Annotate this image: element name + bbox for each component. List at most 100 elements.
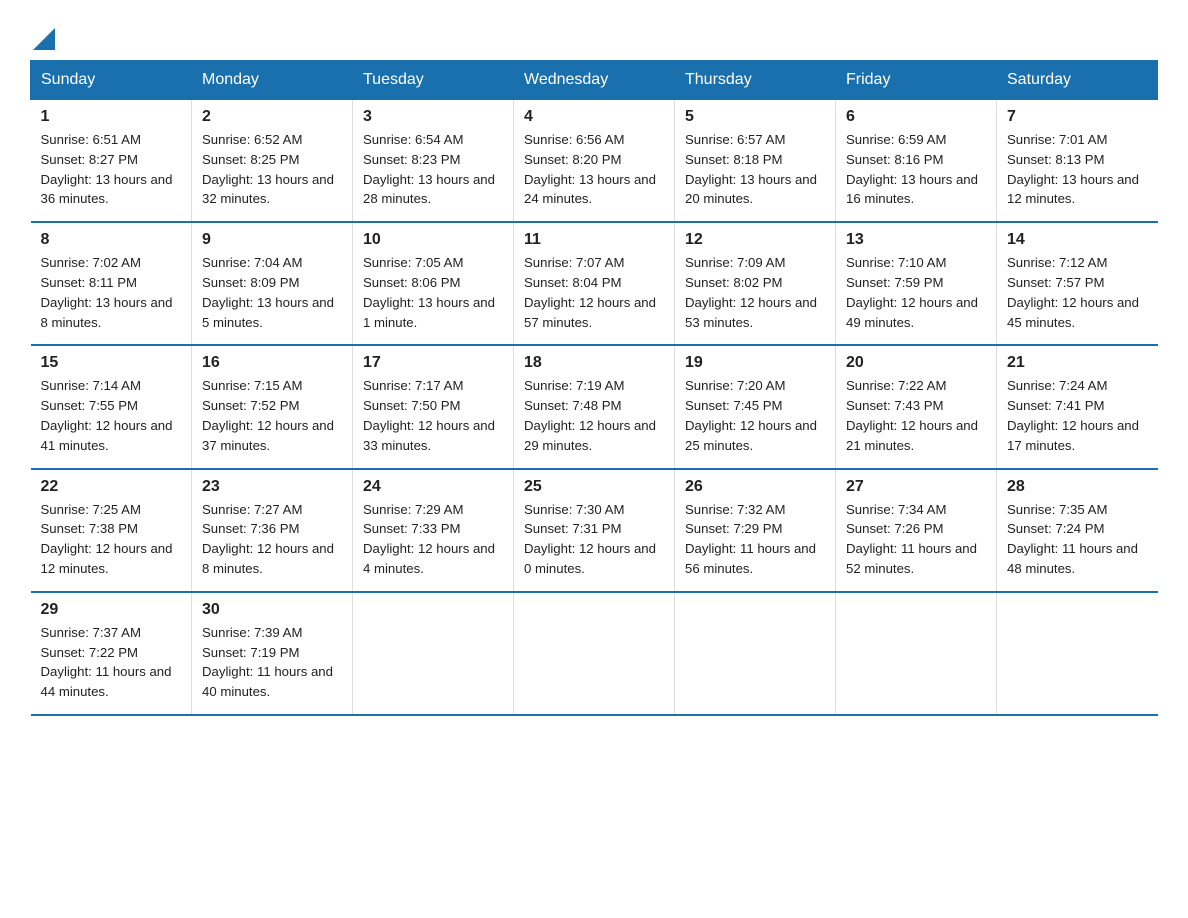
header — [30, 20, 1158, 50]
calendar-cell: 12 Sunrise: 7:09 AM Sunset: 8:02 PM Dayl… — [675, 222, 836, 345]
calendar-cell: 15 Sunrise: 7:14 AM Sunset: 7:55 PM Dayl… — [31, 345, 192, 468]
calendar-week-row: 1 Sunrise: 6:51 AM Sunset: 8:27 PM Dayli… — [31, 100, 1158, 223]
day-info: Sunrise: 7:02 AM Sunset: 8:11 PM Dayligh… — [41, 253, 182, 332]
day-number: 10 — [363, 231, 503, 249]
day-info: Sunrise: 6:52 AM Sunset: 8:25 PM Dayligh… — [202, 130, 342, 209]
calendar-cell: 27 Sunrise: 7:34 AM Sunset: 7:26 PM Dayl… — [836, 469, 997, 592]
day-number: 11 — [524, 231, 664, 249]
day-number: 9 — [202, 231, 342, 249]
day-info: Sunrise: 7:09 AM Sunset: 8:02 PM Dayligh… — [685, 253, 825, 332]
day-info: Sunrise: 7:01 AM Sunset: 8:13 PM Dayligh… — [1007, 130, 1148, 209]
day-number: 20 — [846, 354, 986, 372]
calendar-cell: 22 Sunrise: 7:25 AM Sunset: 7:38 PM Dayl… — [31, 469, 192, 592]
calendar-cell: 20 Sunrise: 7:22 AM Sunset: 7:43 PM Dayl… — [836, 345, 997, 468]
day-number: 3 — [363, 108, 503, 126]
day-info: Sunrise: 7:17 AM Sunset: 7:50 PM Dayligh… — [363, 376, 503, 455]
calendar-cell: 19 Sunrise: 7:20 AM Sunset: 7:45 PM Dayl… — [675, 345, 836, 468]
day-number: 13 — [846, 231, 986, 249]
calendar-cell: 7 Sunrise: 7:01 AM Sunset: 8:13 PM Dayli… — [997, 100, 1158, 223]
day-info: Sunrise: 7:05 AM Sunset: 8:06 PM Dayligh… — [363, 253, 503, 332]
day-info: Sunrise: 7:14 AM Sunset: 7:55 PM Dayligh… — [41, 376, 182, 455]
calendar-cell: 5 Sunrise: 6:57 AM Sunset: 8:18 PM Dayli… — [675, 100, 836, 223]
calendar-cell: 4 Sunrise: 6:56 AM Sunset: 8:20 PM Dayli… — [514, 100, 675, 223]
day-info: Sunrise: 6:56 AM Sunset: 8:20 PM Dayligh… — [524, 130, 664, 209]
day-number: 19 — [685, 354, 825, 372]
day-info: Sunrise: 7:29 AM Sunset: 7:33 PM Dayligh… — [363, 500, 503, 579]
day-info: Sunrise: 7:27 AM Sunset: 7:36 PM Dayligh… — [202, 500, 342, 579]
day-number: 26 — [685, 478, 825, 496]
day-info: Sunrise: 7:12 AM Sunset: 7:57 PM Dayligh… — [1007, 253, 1148, 332]
weekday-header-monday: Monday — [192, 61, 353, 100]
day-number: 28 — [1007, 478, 1148, 496]
day-info: Sunrise: 7:30 AM Sunset: 7:31 PM Dayligh… — [524, 500, 664, 579]
calendar-cell: 21 Sunrise: 7:24 AM Sunset: 7:41 PM Dayl… — [997, 345, 1158, 468]
calendar-cell: 23 Sunrise: 7:27 AM Sunset: 7:36 PM Dayl… — [192, 469, 353, 592]
day-info: Sunrise: 7:19 AM Sunset: 7:48 PM Dayligh… — [524, 376, 664, 455]
calendar-cell: 10 Sunrise: 7:05 AM Sunset: 8:06 PM Dayl… — [353, 222, 514, 345]
calendar-cell — [836, 592, 997, 715]
day-number: 18 — [524, 354, 664, 372]
calendar-cell — [514, 592, 675, 715]
calendar-cell: 17 Sunrise: 7:17 AM Sunset: 7:50 PM Dayl… — [353, 345, 514, 468]
weekday-header-friday: Friday — [836, 61, 997, 100]
day-info: Sunrise: 7:20 AM Sunset: 7:45 PM Dayligh… — [685, 376, 825, 455]
calendar-cell: 13 Sunrise: 7:10 AM Sunset: 7:59 PM Dayl… — [836, 222, 997, 345]
day-number: 24 — [363, 478, 503, 496]
day-info: Sunrise: 6:57 AM Sunset: 8:18 PM Dayligh… — [685, 130, 825, 209]
calendar-week-row: 8 Sunrise: 7:02 AM Sunset: 8:11 PM Dayli… — [31, 222, 1158, 345]
day-info: Sunrise: 6:51 AM Sunset: 8:27 PM Dayligh… — [41, 130, 182, 209]
day-number: 23 — [202, 478, 342, 496]
day-number: 1 — [41, 108, 182, 126]
day-number: 16 — [202, 354, 342, 372]
calendar-cell: 3 Sunrise: 6:54 AM Sunset: 8:23 PM Dayli… — [353, 100, 514, 223]
day-info: Sunrise: 7:34 AM Sunset: 7:26 PM Dayligh… — [846, 500, 986, 579]
day-number: 17 — [363, 354, 503, 372]
calendar-cell — [353, 592, 514, 715]
calendar-cell: 1 Sunrise: 6:51 AM Sunset: 8:27 PM Dayli… — [31, 100, 192, 223]
day-number: 30 — [202, 601, 342, 619]
calendar-cell: 2 Sunrise: 6:52 AM Sunset: 8:25 PM Dayli… — [192, 100, 353, 223]
calendar-cell — [997, 592, 1158, 715]
day-number: 2 — [202, 108, 342, 126]
day-number: 22 — [41, 478, 182, 496]
calendar-cell: 9 Sunrise: 7:04 AM Sunset: 8:09 PM Dayli… — [192, 222, 353, 345]
calendar-cell: 16 Sunrise: 7:15 AM Sunset: 7:52 PM Dayl… — [192, 345, 353, 468]
logo — [30, 30, 55, 50]
calendar-week-row: 22 Sunrise: 7:25 AM Sunset: 7:38 PM Dayl… — [31, 469, 1158, 592]
calendar-week-row: 15 Sunrise: 7:14 AM Sunset: 7:55 PM Dayl… — [31, 345, 1158, 468]
day-info: Sunrise: 7:24 AM Sunset: 7:41 PM Dayligh… — [1007, 376, 1148, 455]
calendar-cell: 25 Sunrise: 7:30 AM Sunset: 7:31 PM Dayl… — [514, 469, 675, 592]
day-number: 6 — [846, 108, 986, 126]
day-number: 5 — [685, 108, 825, 126]
weekday-header-sunday: Sunday — [31, 61, 192, 100]
day-info: Sunrise: 7:25 AM Sunset: 7:38 PM Dayligh… — [41, 500, 182, 579]
calendar-cell: 14 Sunrise: 7:12 AM Sunset: 7:57 PM Dayl… — [997, 222, 1158, 345]
day-number: 27 — [846, 478, 986, 496]
day-number: 8 — [41, 231, 182, 249]
calendar-cell: 29 Sunrise: 7:37 AM Sunset: 7:22 PM Dayl… — [31, 592, 192, 715]
day-info: Sunrise: 7:39 AM Sunset: 7:19 PM Dayligh… — [202, 623, 342, 702]
calendar-cell: 24 Sunrise: 7:29 AM Sunset: 7:33 PM Dayl… — [353, 469, 514, 592]
calendar-cell: 30 Sunrise: 7:39 AM Sunset: 7:19 PM Dayl… — [192, 592, 353, 715]
calendar-cell: 11 Sunrise: 7:07 AM Sunset: 8:04 PM Dayl… — [514, 222, 675, 345]
calendar-cell: 8 Sunrise: 7:02 AM Sunset: 8:11 PM Dayli… — [31, 222, 192, 345]
calendar-week-row: 29 Sunrise: 7:37 AM Sunset: 7:22 PM Dayl… — [31, 592, 1158, 715]
day-info: Sunrise: 7:35 AM Sunset: 7:24 PM Dayligh… — [1007, 500, 1148, 579]
calendar-header-row: SundayMondayTuesdayWednesdayThursdayFrid… — [31, 61, 1158, 100]
day-info: Sunrise: 7:10 AM Sunset: 7:59 PM Dayligh… — [846, 253, 986, 332]
day-info: Sunrise: 6:54 AM Sunset: 8:23 PM Dayligh… — [363, 130, 503, 209]
day-number: 4 — [524, 108, 664, 126]
day-number: 14 — [1007, 231, 1148, 249]
weekday-header-thursday: Thursday — [675, 61, 836, 100]
calendar-cell — [675, 592, 836, 715]
weekday-header-tuesday: Tuesday — [353, 61, 514, 100]
weekday-header-saturday: Saturday — [997, 61, 1158, 100]
calendar: SundayMondayTuesdayWednesdayThursdayFrid… — [30, 60, 1158, 716]
day-number: 12 — [685, 231, 825, 249]
calendar-cell: 18 Sunrise: 7:19 AM Sunset: 7:48 PM Dayl… — [514, 345, 675, 468]
day-number: 29 — [41, 601, 182, 619]
day-number: 15 — [41, 354, 182, 372]
day-number: 21 — [1007, 354, 1148, 372]
day-info: Sunrise: 7:32 AM Sunset: 7:29 PM Dayligh… — [685, 500, 825, 579]
calendar-cell: 6 Sunrise: 6:59 AM Sunset: 8:16 PM Dayli… — [836, 100, 997, 223]
